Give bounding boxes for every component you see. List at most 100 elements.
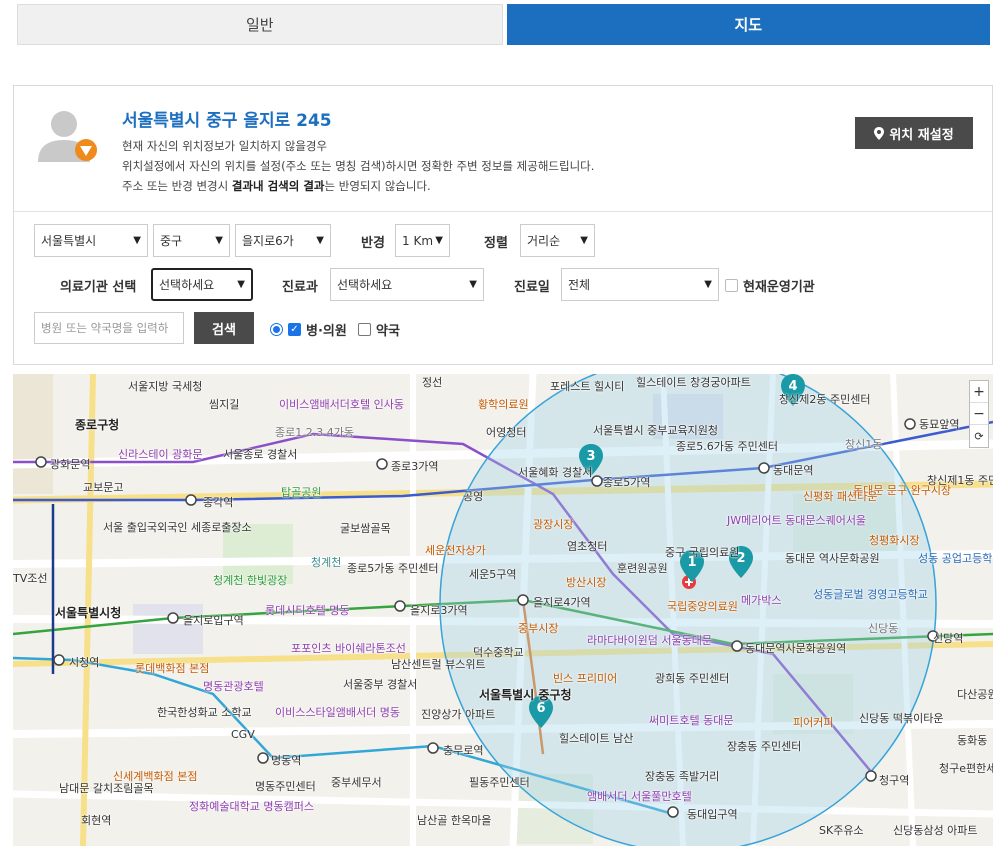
map-label: 청계천 한빛광장: [213, 574, 288, 587]
map-label: 이비스스타일앰배서더 명동: [275, 706, 400, 719]
map-view[interactable]: 1 2 3 4 6 서울지방 국세청 씸지길 이비스앰배서더호텔 인사동 정선 …: [13, 374, 993, 846]
map-label: 을지로3가역: [410, 604, 468, 617]
map-label: 씸지길: [209, 398, 240, 411]
radius-value: 1 Km: [402, 233, 434, 248]
institution-select[interactable]: 선택하세요 ▼: [151, 268, 253, 301]
map-label: 창신제1동 주민센터: [927, 474, 993, 487]
search-button[interactable]: 검색: [194, 312, 254, 344]
location-panel: 서울특별시 중구 을지로 245 현재 자신의 위치정보가 일치하지 않을경우 …: [13, 85, 993, 365]
dong-select[interactable]: 을지로6가 ▼: [235, 224, 331, 257]
location-address: 서울특별시 중구 을지로 245: [122, 111, 332, 131]
sort-label: 정렬: [484, 236, 508, 251]
checkbox-checked-icon[interactable]: ✓: [288, 323, 301, 336]
map-label: 교보문고: [83, 481, 124, 494]
day-select[interactable]: 전체 ▼: [561, 268, 719, 301]
department-value: 선택하세요: [337, 278, 393, 292]
map-label: 신라스테이 광화문: [118, 448, 203, 461]
radius-label: 반경: [361, 236, 385, 251]
map-label: 종각역: [203, 496, 234, 509]
map-label: 종로5.6가동 주민센터: [676, 440, 778, 453]
map-marker-icon: [874, 126, 885, 140]
map-label: 앰배서더 서울풀만호텔: [587, 790, 692, 803]
map-label: 창신1동: [845, 438, 883, 451]
map-label: 서울특별시 중부교육지원청: [593, 424, 718, 437]
open-now-checkbox[interactable]: 현재운영기관: [725, 276, 815, 295]
radio-icon[interactable]: [270, 323, 283, 336]
map-label: 청평화시장: [869, 534, 920, 547]
pharmacy-filter[interactable]: 약국: [358, 320, 400, 339]
map-label: 신당동: [868, 622, 899, 635]
map-label: 청구e편한세상 아파트: [939, 762, 993, 775]
zoom-out-button[interactable]: −: [970, 403, 988, 425]
map-label: 청계천: [311, 556, 342, 569]
desc3-post: 는 반영되지 않습니다.: [324, 179, 431, 193]
checkbox-icon[interactable]: [358, 323, 371, 336]
department-select[interactable]: 선택하세요 ▼: [330, 268, 484, 301]
map-label: 힐스테이트 창경궁아파트: [636, 376, 751, 389]
map-label: 남대문 갈치조림골목: [59, 782, 154, 795]
district-select[interactable]: 중구 ▼: [153, 224, 230, 257]
map-label: 서울 출입국외국인 세종로출장소: [103, 521, 252, 534]
map-label: 롯데시티호텔 명동: [265, 604, 350, 617]
map-label: 서울특별시청: [55, 606, 122, 620]
chevron-down-icon: ▼: [469, 279, 477, 290]
map-label: 중구 국립의료원: [665, 546, 740, 559]
map-label: 굴보쌈골목: [340, 522, 391, 535]
location-desc-line2: 위치설정에서 자신의 위치를 설정(주소 또는 명칭 검색)하시면 정확한 주변…: [122, 159, 595, 173]
reset-location-button[interactable]: 위치 재설정: [855, 117, 973, 149]
map-label: 서울종로 경찰서: [223, 448, 298, 461]
view-tabs: 일반 지도: [17, 4, 990, 45]
desc3-pre: 주소 또는 반경 변경시: [122, 179, 232, 193]
map-label: 훈련원공원: [617, 562, 668, 575]
map-label: 동화동: [957, 734, 988, 747]
map-label: 정화예술대학교 명동캠퍼스: [189, 800, 314, 813]
map-label: 명동주민센터: [255, 780, 316, 793]
map-label: 메가박스: [741, 594, 782, 607]
map-label: 종로5가동 주민센터: [347, 562, 439, 575]
map-label: 포포인츠 바이쉐라톤조선: [291, 642, 406, 655]
map-label: 이비스앰배서더호텔 인사동: [279, 398, 404, 411]
chevron-down-icon: ▼: [435, 235, 443, 246]
map-label: 성동글로벌 경영고등학교: [813, 588, 928, 601]
pin-number: 6: [536, 701, 545, 716]
map-label: 필동주민센터: [469, 776, 530, 789]
map-label: 황학의료원: [478, 398, 529, 411]
map-label: TV조선: [13, 572, 48, 585]
hospital-filter[interactable]: ✓ 병·의원: [270, 320, 347, 339]
zoom-in-button[interactable]: +: [970, 381, 988, 403]
city-select[interactable]: 서울특별시 ▼: [34, 224, 148, 257]
map-label: 세운전자상가: [425, 544, 486, 557]
hospital-label: 병·의원: [306, 324, 347, 339]
map-label: CGV: [231, 728, 255, 741]
map-label: 남산골 한옥마을: [417, 814, 492, 827]
map-label: 명동관광호텔: [203, 680, 264, 693]
map-label: 신평화 패션타운: [803, 490, 878, 503]
map-label: 진양상가 아파트: [421, 708, 496, 721]
map-label: 힐스테이트 남산: [559, 732, 634, 745]
map-label: 청구역: [879, 774, 910, 787]
tab-general[interactable]: 일반: [17, 4, 503, 45]
open-now-label: 현재운영기관: [743, 280, 815, 295]
checkbox-icon: [725, 279, 738, 292]
search-input[interactable]: 병원 또는 약국명을 입력하: [34, 312, 184, 344]
map-label: 동대문 역사문화공원: [785, 552, 880, 565]
map-label: 중부시장: [518, 622, 559, 635]
sort-select[interactable]: 거리순 ▼: [520, 224, 595, 257]
radius-select[interactable]: 1 Km ▼: [395, 224, 450, 257]
map-label: 을지로4가역: [533, 596, 591, 609]
chevron-down-icon: ▼: [133, 235, 141, 246]
map-label: 방산시장: [566, 576, 607, 589]
location-desc-line3: 주소 또는 반경 변경시 결과내 검색의 결과는 반영되지 않습니다.: [122, 176, 594, 196]
map-label: 종로5가역: [603, 476, 651, 489]
map-label: 탑골공원: [281, 486, 322, 499]
reset-map-button[interactable]: ⟳: [970, 425, 988, 447]
tab-map[interactable]: 지도: [506, 4, 990, 45]
map-label: 회현역: [81, 814, 112, 827]
user-avatar-icon: [38, 111, 97, 162]
map-label: 다산공원: [957, 688, 993, 701]
map-label: 롯데백화점 본점: [135, 662, 210, 675]
map-label: 서울특별시 중구청: [479, 688, 572, 702]
map-label: 포레스트 힐시티: [550, 380, 625, 393]
institution-value: 선택하세요: [159, 278, 215, 292]
map-label: 충무로역: [443, 744, 484, 757]
